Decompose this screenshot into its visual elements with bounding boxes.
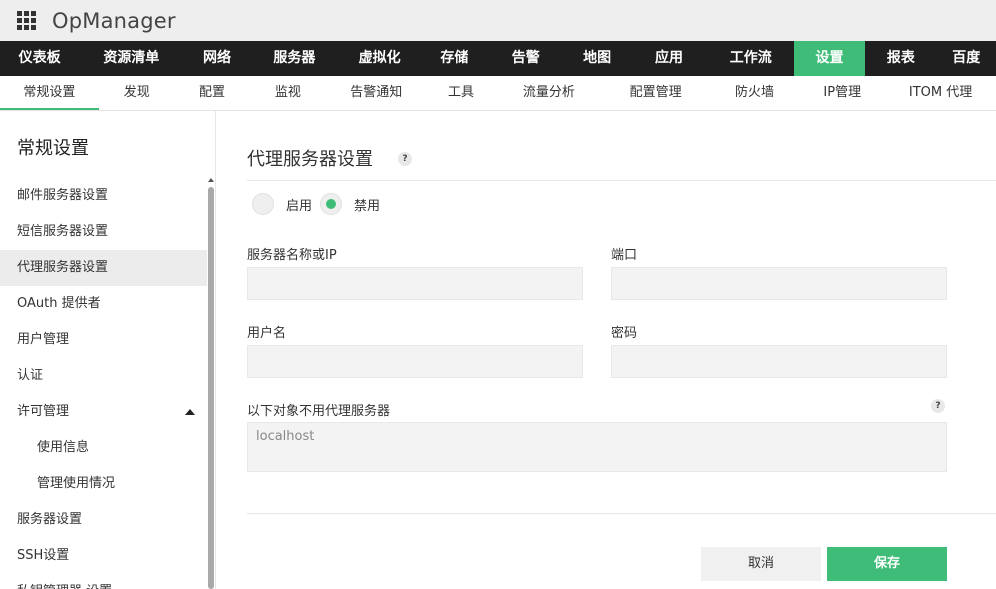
sub-nav-tab[interactable]: 防火墙 (710, 76, 800, 110)
sub-nav-tab[interactable]: 监视 (249, 76, 326, 110)
sidebar-item[interactable]: 许可管理 (0, 394, 207, 430)
main-nav-item[interactable]: 资源清单 (79, 41, 183, 76)
scroll-up-arrow-icon[interactable] (208, 178, 214, 182)
sidebar-item-label: 用户管理 (17, 332, 70, 347)
port-label: 端口 (611, 248, 638, 263)
main-nav-item[interactable]: 告警 (488, 41, 564, 76)
sidebar-item[interactable]: 用户管理 (0, 322, 207, 358)
cancel-button[interactable]: 取消 (701, 547, 821, 581)
server-name-input[interactable] (247, 267, 583, 300)
sub-nav-tab[interactable]: IP管理 (799, 76, 885, 110)
main-nav-item[interactable]: 网络 (183, 41, 250, 76)
app-header: OpManager (0, 0, 996, 41)
main-content: 代理服务器设置 ? 启用 禁用 服务器名称或IP 端口 用户名 密码 以下对象不… (217, 111, 996, 589)
caret-up-icon[interactable] (185, 409, 195, 415)
sidebar-title: 常规设置 (17, 138, 89, 159)
sidebar-list: 邮件服务器设置 短信服务器设置 代理服务器设置 OAuth 提供者 用户管理认证许可管理… (0, 178, 207, 589)
password-input[interactable] (611, 345, 947, 378)
username-label: 用户名 (247, 326, 287, 341)
password-label: 密码 (611, 326, 638, 341)
sidebar-item-label: 私钥管理器 设置 (17, 584, 112, 589)
bypass-textarea[interactable]: localhost (247, 422, 947, 472)
sidebar-item[interactable]: 代理服务器设置 (0, 250, 207, 286)
main-nav: 仪表板 资源清单 网络 服务器 虚拟化 存储 告警 地图 应用 工作流 设置 报表 百度 (0, 41, 996, 76)
sub-nav-tab[interactable]: 告警通知 (326, 76, 426, 110)
main-nav-item[interactable]: 应用 (630, 41, 707, 76)
sidebar-item[interactable]: 使用信息 (0, 430, 207, 466)
sub-nav-tab[interactable]: 常规设置 (0, 76, 99, 110)
sub-nav-tab[interactable]: 配置管理 (602, 76, 710, 110)
sub-nav-tab[interactable]: 工具 (426, 76, 496, 110)
app-grid-icon[interactable] (17, 10, 37, 31)
bypass-label: 以下对象不用代理服务器 (247, 404, 391, 419)
sidebar-item[interactable]: OAuth 提供者 (0, 286, 207, 322)
sidebar-item[interactable]: 服务器设置 (0, 502, 207, 538)
sub-nav-tab[interactable]: 发现 (99, 76, 175, 110)
main-nav-item[interactable]: 设置 (793, 41, 866, 76)
main-nav-item[interactable]: 仪表板 (0, 41, 79, 76)
sub-nav: 常规设置 发现 配置 监视 告警通知 工具 流量分析 配置管理 防火墙 IP管理 ITOM 代理 (0, 76, 996, 111)
sub-nav-tab[interactable]: ITOM 代理 (885, 76, 996, 110)
sub-nav-tab[interactable]: 配置 (175, 76, 250, 110)
proxy-toggle-group: 启用 禁用 (252, 193, 388, 215)
main-nav-item[interactable]: 百度 (937, 41, 996, 76)
sidebar-item-label: 认证 (17, 368, 44, 383)
sidebar-item-label: SSH设置 (17, 548, 70, 563)
server-name-label: 服务器名称或IP (247, 248, 337, 263)
main-nav-item[interactable]: 地图 (564, 41, 630, 76)
main-nav-item[interactable]: 工作流 (708, 41, 794, 76)
main-nav-item[interactable]: 服务器 (251, 41, 338, 76)
disable-radio-label: 禁用 (354, 198, 381, 214)
sidebar-item[interactable]: SSH设置 (0, 538, 207, 574)
sidebar-item-label: 代理服务器设置 (17, 260, 109, 275)
sidebar-item-label: 管理使用情况 (37, 476, 116, 491)
sidebar-item-label: 邮件服务器设置 (17, 188, 109, 203)
sidebar-item[interactable]: 短信服务器设置 (0, 214, 207, 250)
sidebar-item-label: 短信服务器设置 (17, 224, 109, 239)
sidebar-item[interactable]: 邮件服务器设置 (0, 178, 207, 214)
page-title: 代理服务器设置 (247, 149, 373, 170)
sidebar-item[interactable]: 私钥管理器 设置 (0, 574, 207, 589)
sidebar-item[interactable]: 认证 (0, 358, 207, 394)
port-input[interactable] (611, 267, 947, 300)
main-nav-item[interactable]: 虚拟化 (338, 41, 421, 76)
sidebar-scrollbar[interactable] (207, 178, 215, 589)
enable-radio-label: 启用 (286, 198, 313, 214)
form-divider (247, 513, 996, 514)
sidebar-item[interactable]: 管理使用情况 (0, 466, 207, 502)
main-nav-item[interactable]: 存储 (421, 41, 487, 76)
app-title: OpManager (52, 8, 176, 33)
sidebar-item-label: 许可管理 (17, 404, 70, 419)
title-help-icon[interactable]: ? (398, 152, 412, 166)
bypass-help-icon[interactable]: ? (931, 399, 945, 413)
enable-radio[interactable] (252, 193, 274, 215)
sidebar: 常规设置 邮件服务器设置 短信服务器设置 代理服务器设置 OAuth 提供者 用户管理认… (0, 111, 216, 589)
disable-radio[interactable] (320, 193, 343, 215)
sidebar-item-label: 服务器设置 (17, 512, 83, 527)
sub-nav-tab[interactable]: 流量分析 (496, 76, 602, 110)
main-nav-item[interactable]: 报表 (865, 41, 936, 76)
save-button[interactable]: 保存 (827, 547, 947, 581)
sidebar-item-label: OAuth 提供者 (17, 296, 101, 311)
title-divider (247, 180, 996, 181)
scrollbar-thumb[interactable] (208, 187, 214, 589)
username-input[interactable] (247, 345, 583, 378)
sidebar-item-label: 使用信息 (37, 440, 90, 455)
